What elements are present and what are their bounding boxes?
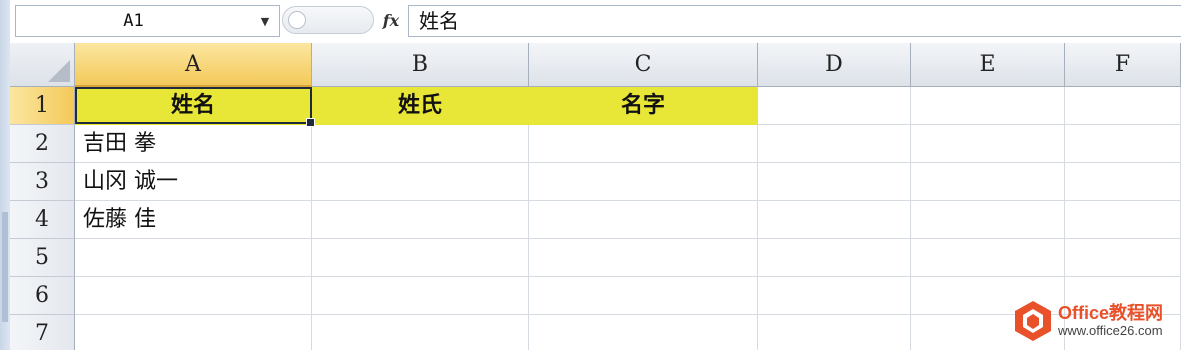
cell-b2[interactable] — [312, 125, 529, 163]
cell-d7[interactable] — [758, 315, 911, 350]
insert-function-button[interactable]: fx — [374, 6, 408, 36]
cell-a6[interactable] — [75, 277, 312, 315]
cell-f5[interactable] — [1065, 239, 1181, 277]
cell-d5[interactable] — [758, 239, 911, 277]
cell-e2[interactable] — [911, 125, 1065, 163]
cell-a3[interactable]: 山冈 诚一 — [75, 163, 312, 201]
cell-a5[interactable] — [75, 239, 312, 277]
watermark: Office教程网 www.office26.com — [1014, 296, 1181, 346]
column-header-a[interactable]: A — [75, 43, 312, 87]
cell-c3[interactable] — [529, 163, 758, 201]
frame-scroll-track — [2, 212, 8, 322]
formula-bar: A1 ▼ fx 姓名 — [10, 0, 1181, 44]
cell-d3[interactable] — [758, 163, 911, 201]
cell-f2[interactable] — [1065, 125, 1181, 163]
name-box-value[interactable]: A1 — [16, 6, 251, 36]
formula-input[interactable]: 姓名 — [408, 5, 1181, 37]
cell-b4[interactable] — [312, 201, 529, 239]
name-box[interactable]: A1 ▼ — [15, 5, 280, 37]
cell-a7[interactable] — [75, 315, 312, 350]
row-header-3[interactable]: 3 — [10, 163, 75, 201]
column-header-f[interactable]: F — [1065, 43, 1181, 87]
cell-f3[interactable] — [1065, 163, 1181, 201]
cell-e5[interactable] — [911, 239, 1065, 277]
cell-c5[interactable] — [529, 239, 758, 277]
row-header-5[interactable]: 5 — [10, 239, 75, 277]
cell-c1[interactable]: 名字 — [529, 87, 758, 125]
office-logo-icon — [1014, 300, 1052, 342]
watermark-title: Office教程网 — [1058, 303, 1164, 323]
cell-d1[interactable] — [758, 87, 911, 125]
formula-bar-splitter[interactable] — [282, 6, 374, 34]
cell-c4[interactable] — [529, 201, 758, 239]
cell-a4[interactable]: 佐藤 佳 — [75, 201, 312, 239]
select-all-icon — [48, 60, 70, 82]
column-header-e[interactable]: E — [911, 43, 1065, 87]
cell-f4[interactable] — [1065, 201, 1181, 239]
cell-e3[interactable] — [911, 163, 1065, 201]
row-header-7[interactable]: 7 — [10, 315, 75, 350]
select-all-button[interactable] — [10, 43, 75, 87]
row-header-4[interactable]: 4 — [10, 201, 75, 239]
cell-c2[interactable] — [529, 125, 758, 163]
row-header-1[interactable]: 1 — [10, 87, 75, 125]
cell-a2[interactable]: 吉田 拳 — [75, 125, 312, 163]
chevron-down-icon[interactable]: ▼ — [255, 6, 275, 36]
cell-b5[interactable] — [312, 239, 529, 277]
column-header-b[interactable]: B — [312, 43, 529, 87]
cell-b6[interactable] — [312, 277, 529, 315]
cell-d4[interactable] — [758, 201, 911, 239]
cell-a1[interactable]: 姓名 — [75, 87, 312, 125]
splitter-handle-icon[interactable] — [288, 11, 306, 29]
column-header-d[interactable]: D — [758, 43, 911, 87]
cell-d6[interactable] — [758, 277, 911, 315]
cell-e1[interactable] — [911, 87, 1065, 125]
cell-d2[interactable] — [758, 125, 911, 163]
cell-e4[interactable] — [911, 201, 1065, 239]
watermark-url: www.office26.com — [1058, 323, 1163, 338]
row-header-6[interactable]: 6 — [10, 277, 75, 315]
cell-b7[interactable] — [312, 315, 529, 350]
cell-b1[interactable]: 姓氏 — [312, 87, 529, 125]
cell-b3[interactable] — [312, 163, 529, 201]
cell-c6[interactable] — [529, 277, 758, 315]
row-header-2[interactable]: 2 — [10, 125, 75, 163]
cell-c7[interactable] — [529, 315, 758, 350]
worksheet-grid: A B C D E F 1 姓名 姓氏 名字 2 吉田 拳 3 山冈 诚一 4 佐藤 佳567 — [10, 43, 1181, 350]
cell-f1[interactable] — [1065, 87, 1181, 125]
column-header-c[interactable]: C — [529, 43, 758, 87]
